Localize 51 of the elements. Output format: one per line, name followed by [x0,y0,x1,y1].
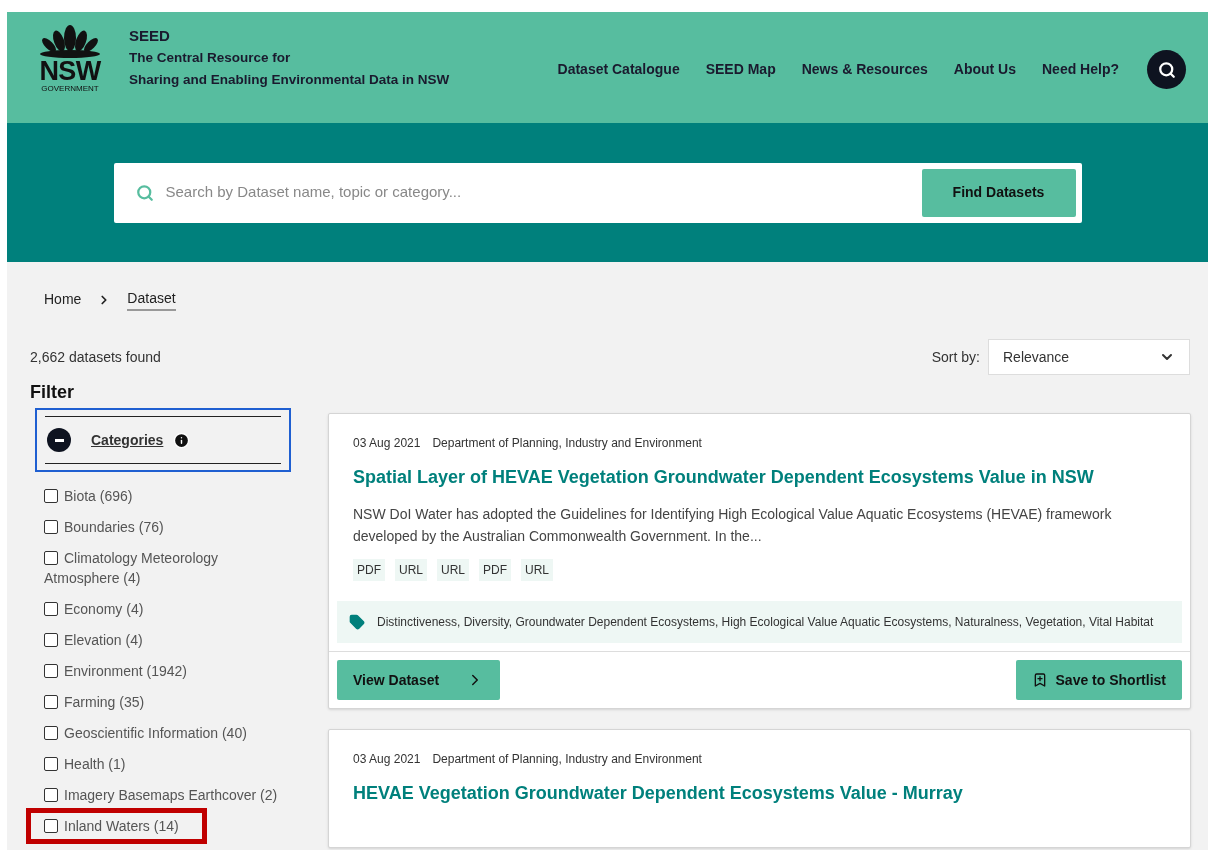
category-checkbox[interactable]: Boundaries (76) [44,517,291,537]
dataset-description: NSW DoI Water has adopted the Guidelines for Identifying High Ecological Value Aquatic Ecosystems (HEVAE) framework developed by the Australian Commonwealth Government. In the... [353,505,1113,546]
results-count: 2,662 datasets found [30,347,161,367]
search-icon [135,183,154,202]
dataset-date: 03 Aug 2021 [353,435,421,452]
filter-heading: Filter [30,381,75,404]
category-checkbox[interactable]: Geoscientific Information (40) [44,723,291,743]
site-tagline: Sharing and Enabling Environmental Data in NSW [129,71,450,89]
view-dataset-button[interactable]: View Dataset [337,660,500,700]
dataset-date: 03 Aug 2021 [353,751,421,768]
dataset-publisher: Department of Planning, Industry and Environment [432,435,702,452]
nav-link[interactable]: Need Help? [1042,59,1119,80]
categories-label: Categories [91,430,164,450]
category-checkbox[interactable]: Economy (4) [44,599,291,619]
dataset-title-link[interactable]: HEVAE Vegetation Groundwater Dependent Ecosystems Value - Murray [353,780,1166,807]
category-checkbox[interactable]: Imagery Basemaps Earthcover (2) [44,785,291,805]
logo-wordmark: NSW [39,58,101,84]
categories-accordion[interactable]: Categories [35,408,291,472]
breadcrumb-link[interactable]: Home [44,289,82,310]
category-checkbox[interactable]: Farming (35) [44,692,291,712]
sort-dropdown[interactable]: Relevance [988,339,1190,375]
dataset-title-link[interactable]: Spatial Layer of HEVAE Vegetation Groundwater Dependent Ecosystems Value in NSW [353,464,1166,491]
category-checkbox[interactable]: Elevation (4) [44,630,291,650]
nav-link[interactable]: Dataset Catalogue [557,59,680,80]
format-tag: URL [437,559,470,581]
save-to-shortlist-button[interactable]: Save to Shortlist [1015,660,1182,700]
logo-subtext: GOVERNMENT [41,84,99,94]
nav-link[interactable]: News & Resources [801,59,928,80]
nav-link[interactable]: SEED Map [705,59,776,80]
format-tag: PDF [353,559,385,581]
keywords-text: Distinctiveness, Diversity, Groundwater Dependent Ecosystems, High Ecological Value Aquatic Ecosystems, Naturalness, Vegetation, Vital Habitat [377,614,1154,631]
site-tagline: The Central Resource for [129,49,292,67]
category-checkbox[interactable]: Health (1) [44,754,291,774]
info-icon [173,431,191,449]
category-checkbox[interactable]: Inland Waters (14) [44,816,202,836]
search-icon [1157,60,1176,79]
sort-label: Sort by: [931,347,980,367]
nav-link[interactable]: About Us [953,59,1016,80]
category-checkbox[interactable]: Climatology Meteorology Atmosphere (4) [44,548,291,588]
category-checkbox[interactable]: Environment (1942) [44,661,291,681]
site-name: SEED [129,26,171,46]
search-field[interactable]: Search by Dataset name, topic or category... Find Datasets [113,162,1082,223]
search-button[interactable] [1147,50,1186,89]
format-tag: PDF [479,559,512,581]
breadcrumb-link[interactable]: Dataset [127,288,176,311]
tag-icon [349,614,365,630]
format-tag: URL [395,559,427,581]
format-tag: URL [521,559,554,581]
find-datasets-button[interactable]: Find Datasets [921,168,1076,217]
category-checkbox[interactable]: Biota (696) [44,486,291,506]
dataset-publisher: Department of Planning, Industry and Environment [432,751,702,768]
